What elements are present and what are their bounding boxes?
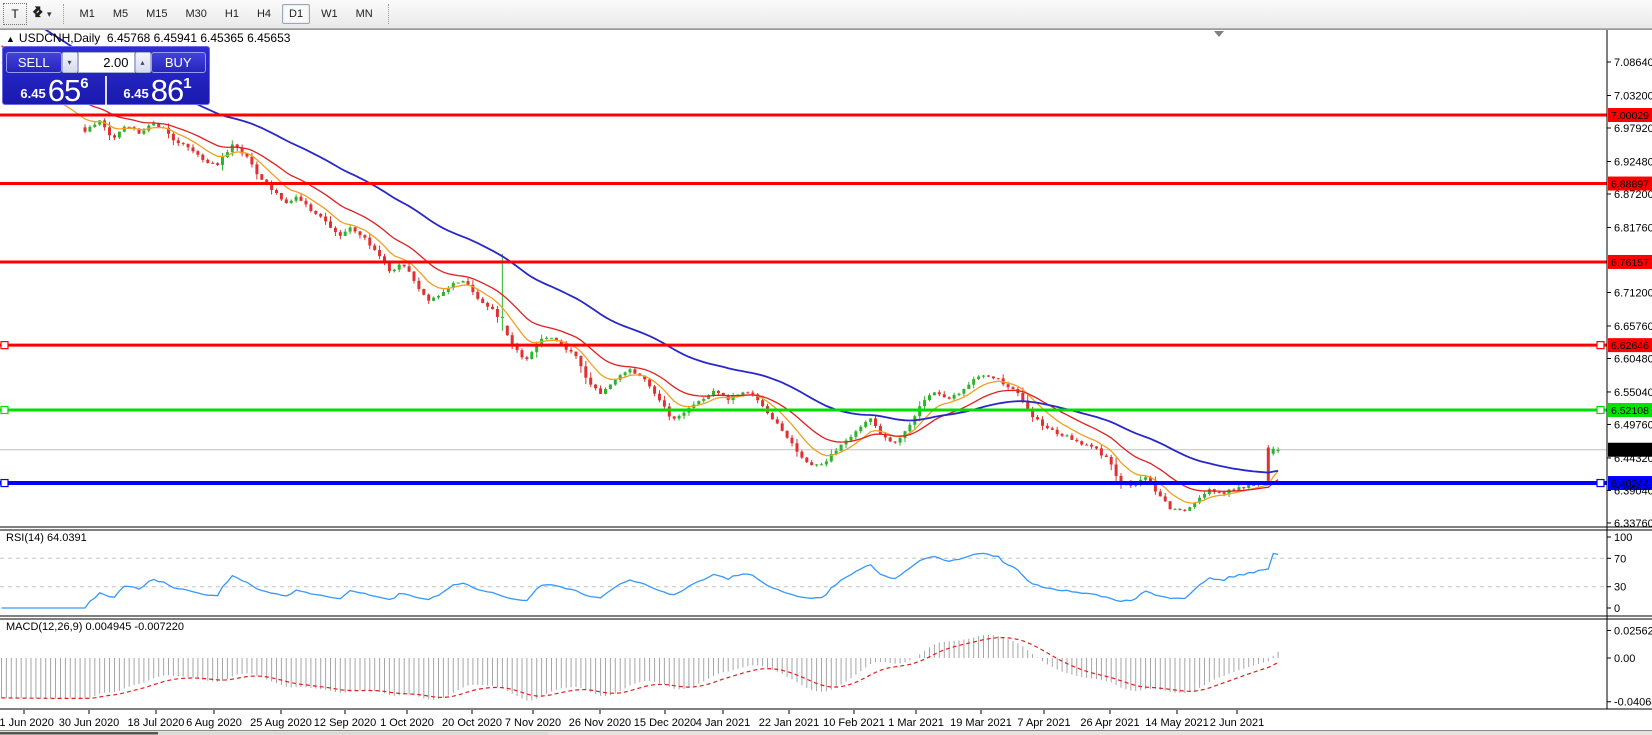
svg-text:7.00029: 7.00029 <box>1611 110 1649 122</box>
pointer-mode-icon <box>32 6 45 22</box>
date-tick-label: 22 Jan 2021 <box>759 717 820 729</box>
timeframe-button-w1[interactable]: W1 <box>314 4 345 24</box>
date-tick-label: 10 Feb 2021 <box>823 717 885 729</box>
timeframe-buttons: M1M5M15M30H1H4D1W1MN <box>71 4 382 24</box>
toolbar: T ▾ M1M5M15M30H1H4D1W1MN <box>0 0 1652 29</box>
volume-decrease-button[interactable]: ▾ <box>62 52 78 73</box>
buy-price-sup: 1 <box>183 75 191 92</box>
svg-text:70: 70 <box>1614 553 1626 565</box>
toolbar-separator <box>63 4 65 24</box>
volume-stepper: ▾ 2.00 ▴ <box>62 52 151 73</box>
price-tick-label: 6.60480 <box>1614 353 1652 365</box>
line-handle[interactable] <box>1 407 8 414</box>
timeframe-button-m5[interactable]: M5 <box>106 4 135 24</box>
date-tick-label: 11 Jun 2020 <box>0 717 54 729</box>
timeframe-button-h1[interactable]: H1 <box>218 4 246 24</box>
price-tick-label: 7.03200 <box>1614 90 1652 102</box>
price-tick-label: 6.44320 <box>1614 453 1652 465</box>
svg-text:-0.040687: -0.040687 <box>1614 697 1652 709</box>
timeframe-button-h4[interactable]: H4 <box>250 4 278 24</box>
macd-label: MACD(12,26,9) 0.004945 -0.007220 <box>6 621 184 633</box>
svg-text:6.62646: 6.62646 <box>1611 340 1649 352</box>
price-tick-label: 6.55040 <box>1614 387 1652 399</box>
date-tick-label: 18 Jul 2020 <box>128 717 185 729</box>
svg-text:6.76157: 6.76157 <box>1611 257 1649 269</box>
chart-title-text: USDCNH,Daily 6.45768 6.45941 6.45365 6.4… <box>19 31 291 45</box>
price-tick-label: 6.71200 <box>1614 287 1652 299</box>
timeframe-button-d1[interactable]: D1 <box>282 4 310 24</box>
h-scrollbar-thumb[interactable] <box>0 732 158 735</box>
timeframe-button-m1[interactable]: M1 <box>73 4 102 24</box>
date-tick-label: 1 Mar 2021 <box>888 717 944 729</box>
price-chart[interactable]: 6.456537.000296.888976.761576.626466.521… <box>0 0 1652 735</box>
date-tick-label: 25 Aug 2020 <box>250 717 312 729</box>
price-tick-label: 6.33760 <box>1614 518 1652 530</box>
timeframe-button-m30[interactable]: M30 <box>179 4 214 24</box>
caret-down-icon: ▾ <box>47 9 52 20</box>
one-click-trading-panel: SELL ▾ 2.00 ▴ BUY 6.45656 6.45861 <box>2 46 210 105</box>
line-handle[interactable] <box>1 480 8 487</box>
sell-price-small: 6.45 <box>20 86 45 101</box>
svg-text:6.52108: 6.52108 <box>1611 405 1649 417</box>
volume-input[interactable]: 2.00 <box>78 52 135 73</box>
buy-price[interactable]: 6.45861 <box>107 75 208 107</box>
date-tick-label: 12 Sep 2020 <box>314 717 376 729</box>
svg-text:0.00: 0.00 <box>1614 653 1635 665</box>
date-tick-label: 6 Aug 2020 <box>186 717 242 729</box>
svg-text:100: 100 <box>1614 532 1632 544</box>
date-tick-label: 4 Jan 2021 <box>696 717 750 729</box>
sell-price-sup: 6 <box>80 75 88 92</box>
date-tick-label: 2 Jun 2021 <box>1210 717 1264 729</box>
sell-button[interactable]: SELL <box>6 52 62 73</box>
date-tick-label: 15 Dec 2020 <box>634 717 696 729</box>
svg-text:0: 0 <box>1614 603 1620 615</box>
timeframe-button-mn[interactable]: MN <box>349 4 380 24</box>
line-handle[interactable] <box>1 342 8 349</box>
date-tick-label: 26 Nov 2020 <box>569 717 631 729</box>
collapse-chart-icon[interactable]: ▲ <box>6 34 15 44</box>
price-tick-label: 7.08640 <box>1614 57 1652 69</box>
text-tool-button[interactable]: T <box>3 3 27 25</box>
buy-price-big: 86 <box>151 77 183 105</box>
line-handle[interactable] <box>1597 407 1604 414</box>
price-tick-label: 6.81760 <box>1614 222 1652 234</box>
price-tick-label: 6.87200 <box>1614 189 1652 201</box>
date-tick-label: 7 Nov 2020 <box>505 717 561 729</box>
date-tick-label: 20 Oct 2020 <box>442 717 502 729</box>
date-tick-label: 14 May 2021 <box>1145 717 1209 729</box>
date-tick-label: 1 Oct 2020 <box>380 717 434 729</box>
buy-button[interactable]: BUY <box>151 52 207 73</box>
timeframe-button-m15[interactable]: M15 <box>139 4 174 24</box>
date-tick-label: 30 Jun 2020 <box>59 717 120 729</box>
mt4-terminal: T ▾ M1M5M15M30H1H4D1W1MN 6.456537.000296… <box>0 0 1652 735</box>
date-tick-label: 26 Apr 2021 <box>1080 717 1139 729</box>
pointer-mode-button[interactable]: ▾ <box>29 4 55 24</box>
line-handle[interactable] <box>1597 480 1604 487</box>
line-handle[interactable] <box>1597 342 1604 349</box>
volume-increase-button[interactable]: ▴ <box>135 52 151 73</box>
price-tick-label: 6.49760 <box>1614 419 1652 431</box>
svg-text:30: 30 <box>1614 582 1626 594</box>
price-tick-label: 6.39040 <box>1614 485 1652 497</box>
chart-title: ▲ USDCNH,Daily 6.45768 6.45941 6.45365 6.… <box>6 31 290 45</box>
rsi-label: RSI(14) 64.0391 <box>6 532 87 544</box>
date-tick-label: 7 Apr 2021 <box>1017 717 1070 729</box>
toolbar-separator <box>388 4 390 24</box>
sell-price[interactable]: 6.45656 <box>4 75 105 107</box>
date-tick-label: 19 Mar 2021 <box>950 717 1012 729</box>
price-tick-label: 6.92480 <box>1614 156 1652 168</box>
price-tick-label: 6.97920 <box>1614 123 1652 135</box>
price-tick-label: 6.65760 <box>1614 321 1652 333</box>
buy-price-small: 6.45 <box>123 86 148 101</box>
sell-price-big: 65 <box>48 77 80 105</box>
svg-text:0.025623: 0.025623 <box>1614 625 1652 637</box>
